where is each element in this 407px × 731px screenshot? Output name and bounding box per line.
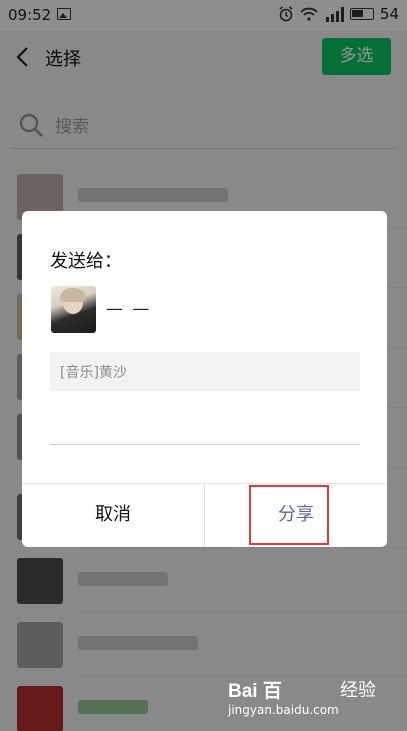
share-dialog: 发送给： — — [音乐]黄沙 取消 分享: [22, 211, 387, 547]
watermark-logo: Bai 百: [228, 681, 282, 702]
recipient-name: — —: [106, 299, 152, 319]
dialog-title: 发送给：: [50, 251, 122, 272]
dialog-buttons: 取消 分享: [22, 483, 387, 547]
shared-content-label: [音乐]黄沙: [60, 365, 127, 381]
cancel-button[interactable]: 取消: [22, 484, 204, 547]
watermark-url: jingyan.baidu.com: [228, 703, 339, 717]
baidu-jingyan-watermark: Bai 百 经验 jingyan.baidu.com: [228, 676, 398, 724]
recipient-avatar: [51, 286, 96, 333]
shared-content-preview: [音乐]黄沙: [50, 352, 360, 391]
share-highlight-box: [249, 485, 329, 545]
message-input-underline[interactable]: [50, 444, 360, 445]
avatar-hair: [60, 288, 86, 302]
watermark-brand: 经验: [340, 680, 376, 701]
